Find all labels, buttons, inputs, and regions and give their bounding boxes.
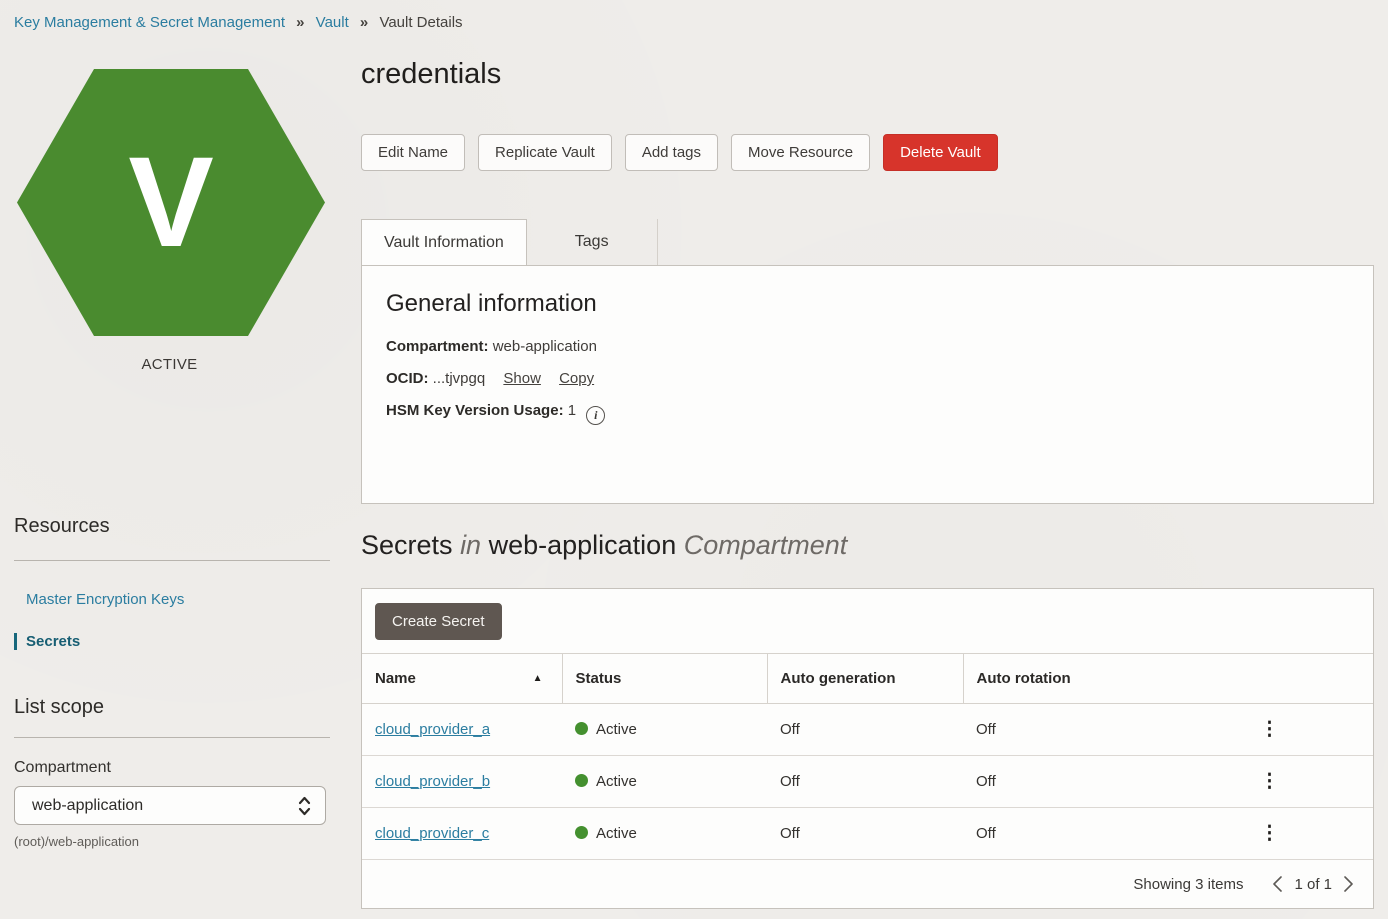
table-row: cloud_provider_c Active Off Off ⋮ — [362, 808, 1373, 860]
status-active-dot-icon — [575, 826, 588, 839]
page-indicator: 1 of 1 — [1294, 876, 1332, 893]
left-sidebar: V ACTIVE Resources Master Encryption Key… — [0, 37, 361, 849]
secrets-section-heading: Secrets in web-application Compartment — [361, 530, 1374, 561]
secret-link-cloud-provider-a[interactable]: cloud_provider_a — [375, 721, 490, 738]
secrets-heading-suffix: Compartment — [684, 530, 848, 560]
secret-link-cloud-provider-c[interactable]: cloud_provider_c — [375, 825, 489, 842]
compartment-select-value: web-application — [32, 797, 143, 815]
select-chevrons-icon — [298, 795, 311, 817]
breadcrumb: Key Management & Secret Management » Vau… — [0, 0, 1388, 37]
resources-heading: Resources — [14, 515, 361, 538]
row-actions-kebab-icon[interactable]: ⋮ — [1260, 719, 1279, 740]
list-scope-section: List scope Compartment web-application (… — [14, 696, 361, 849]
secrets-heading-in: in — [460, 530, 481, 560]
breadcrumb-current: Vault Details — [379, 14, 462, 31]
ocid-show-link[interactable]: Show — [503, 370, 541, 387]
main-content: credentials Edit Name Replicate Vault Ad… — [361, 37, 1374, 909]
pagination: 1 of 1 — [1271, 875, 1355, 893]
table-toolbar: Create Secret — [362, 589, 1373, 653]
tab-tags[interactable]: Tags — [527, 219, 658, 265]
action-buttons: Edit Name Replicate Vault Add tags Move … — [361, 134, 1374, 171]
vault-status-block: V ACTIVE — [14, 69, 325, 373]
status-text: Active — [596, 773, 637, 790]
vault-information-panel: General information Compartment: web-app… — [361, 265, 1374, 504]
table-footer: Showing 3 items 1 of 1 — [362, 860, 1373, 908]
breadcrumb-link-key-management[interactable]: Key Management & Secret Management — [14, 14, 285, 31]
sidebar-item-secrets[interactable]: Secrets — [14, 633, 361, 650]
main-layout: V ACTIVE Resources Master Encryption Key… — [0, 37, 1388, 909]
breadcrumb-link-vault[interactable]: Vault — [316, 14, 349, 31]
auto-rotation-value: Off — [963, 756, 1166, 808]
hsm-usage-row: HSM Key Version Usage: 1 i — [386, 402, 1349, 425]
auto-rotation-value: Off — [963, 808, 1166, 860]
vault-initial: V — [128, 139, 213, 267]
create-secret-button[interactable]: Create Secret — [375, 603, 502, 640]
info-icon[interactable]: i — [586, 406, 605, 425]
add-tags-button[interactable]: Add tags — [625, 134, 718, 171]
table-row: cloud_provider_b Active Off Off ⋮ — [362, 756, 1373, 808]
column-header-name[interactable]: Name ▲ — [362, 654, 562, 704]
table-header-row: Name ▲ Status Auto generation Auto rotat… — [362, 654, 1373, 704]
vault-state-label: ACTIVE — [14, 356, 325, 373]
ocid-copy-link[interactable]: Copy — [559, 370, 594, 387]
hsm-usage-label: HSM Key Version Usage: — [386, 402, 564, 419]
auto-rotation-value: Off — [963, 704, 1166, 756]
compartment-row: Compartment: web-application — [386, 338, 1349, 355]
tab-bar: Vault Information Tags — [361, 219, 1374, 265]
breadcrumb-separator: » — [296, 14, 304, 31]
ocid-field-value: ...tjvpgq — [433, 370, 486, 387]
tab-vault-information[interactable]: Vault Information — [361, 219, 527, 265]
compartment-select[interactable]: web-application — [14, 786, 326, 825]
ocid-field-label: OCID: — [386, 370, 429, 387]
vault-hexagon-icon: V — [17, 69, 325, 336]
resources-section: Resources Master Encryption Keys Secrets — [14, 515, 361, 650]
ocid-row: OCID: ...tjvpgq Show Copy — [386, 370, 1349, 387]
column-header-status: Status — [562, 654, 767, 704]
move-resource-button[interactable]: Move Resource — [731, 134, 870, 171]
divider — [14, 560, 330, 561]
master-encryption-keys-link[interactable]: Master Encryption Keys — [14, 591, 184, 608]
secrets-link[interactable]: Secrets — [17, 633, 80, 650]
page-title: credentials — [361, 58, 1374, 91]
sidebar-item-master-encryption-keys[interactable]: Master Encryption Keys — [14, 591, 361, 608]
secrets-heading-prefix: Secrets — [361, 530, 453, 560]
previous-page-chevron-icon[interactable] — [1271, 875, 1284, 893]
divider — [14, 737, 330, 738]
next-page-chevron-icon[interactable] — [1342, 875, 1355, 893]
auto-generation-value: Off — [767, 704, 963, 756]
column-header-name-label: Name — [375, 670, 416, 687]
secret-link-cloud-provider-b[interactable]: cloud_provider_b — [375, 773, 490, 790]
compartment-label: Compartment — [14, 759, 361, 777]
general-information-heading: General information — [386, 290, 1349, 318]
status-text: Active — [596, 825, 637, 842]
compartment-field-value: web-application — [493, 338, 597, 355]
auto-generation-value: Off — [767, 756, 963, 808]
compartment-field-label: Compartment: — [386, 338, 489, 355]
items-count-text: Showing 3 items — [1133, 876, 1243, 893]
secrets-heading-compartment: web-application — [489, 530, 677, 560]
delete-vault-button[interactable]: Delete Vault — [883, 134, 998, 171]
secrets-table: Name ▲ Status Auto generation Auto rotat… — [362, 653, 1373, 860]
status-active-dot-icon — [575, 774, 588, 787]
sort-ascending-icon: ▲ — [533, 673, 543, 684]
compartment-path: (root)/web-application — [14, 834, 361, 849]
replicate-vault-button[interactable]: Replicate Vault — [478, 134, 612, 171]
row-actions-kebab-icon[interactable]: ⋮ — [1260, 823, 1279, 844]
column-header-actions — [1166, 654, 1373, 704]
row-actions-kebab-icon[interactable]: ⋮ — [1260, 771, 1279, 792]
list-scope-heading: List scope — [14, 696, 361, 719]
edit-name-button[interactable]: Edit Name — [361, 134, 465, 171]
status-active-dot-icon — [575, 722, 588, 735]
column-header-auto-rotation: Auto rotation — [963, 654, 1166, 704]
breadcrumb-separator: » — [360, 14, 368, 31]
table-row: cloud_provider_a Active Off Off ⋮ — [362, 704, 1373, 756]
auto-generation-value: Off — [767, 808, 963, 860]
secrets-table-panel: Create Secret Name ▲ Status Auto generat… — [361, 588, 1374, 909]
column-header-auto-generation: Auto generation — [767, 654, 963, 704]
hsm-usage-value: 1 — [568, 402, 576, 419]
status-text: Active — [596, 721, 637, 738]
resources-list: Master Encryption Keys Secrets — [14, 591, 361, 650]
